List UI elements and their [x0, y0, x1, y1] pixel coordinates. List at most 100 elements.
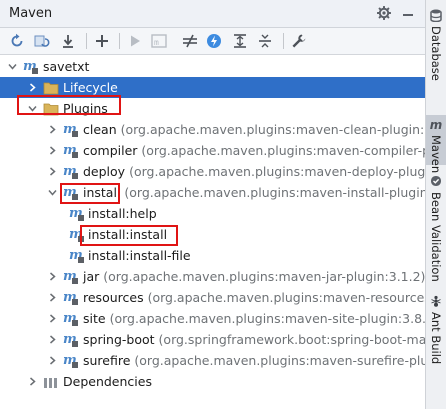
settings-wrench-icon[interactable]	[290, 32, 308, 50]
tree-node-lifecycle[interactable]: Lifecycle	[0, 77, 425, 98]
chevron-right-icon[interactable]	[48, 335, 57, 344]
tree-node-label: surefire (org.apache.maven.plugins:maven…	[83, 350, 425, 371]
chevron-down-icon[interactable]	[28, 104, 37, 113]
maven-plugin-icon: m	[62, 289, 79, 306]
chevron-right-icon[interactable]	[48, 356, 57, 365]
maven-tool-window: Maven m m savetxt Lifecycle Plugins m cl…	[0, 0, 425, 409]
download-icon[interactable]	[59, 32, 77, 50]
side-tab-ant-build[interactable]: Ant Build	[426, 292, 446, 364]
skip-tests-icon[interactable]	[205, 32, 223, 50]
tree-node-plugins[interactable]: Plugins	[0, 98, 425, 119]
node-name: compiler	[83, 143, 138, 158]
node-name: savetxt	[43, 59, 90, 74]
right-tool-strip: Database m Maven Bean Validation Ant Bui…	[425, 0, 446, 409]
side-tab-database[interactable]: Database	[426, 6, 446, 82]
expand-all-icon[interactable]	[231, 32, 249, 50]
tree-node-plugin-surefire[interactable]: m surefire (org.apache.maven.plugins:mave…	[0, 350, 425, 371]
tree-node-project[interactable]: m savetxt	[0, 56, 425, 77]
execute-goal-icon[interactable]: m	[150, 32, 168, 50]
tree-node-plugin-spring-boot[interactable]: m spring-boot (org.springframework.boot:s…	[0, 329, 425, 350]
node-name: resources	[83, 290, 144, 305]
chevron-right-icon[interactable]	[48, 125, 57, 134]
reload-icon[interactable]	[8, 32, 26, 50]
tree-node-label: Plugins	[63, 98, 108, 119]
tree-node-plugin-site[interactable]: m site (org.apache.maven.plugins:maven-si…	[0, 308, 425, 329]
add-icon[interactable]	[93, 32, 111, 50]
side-tab-bean-validation[interactable]: Bean Validation	[426, 172, 446, 282]
node-name: deploy	[83, 164, 126, 179]
chevron-right-icon[interactable]	[48, 293, 57, 302]
tree-node-label: install:help	[88, 203, 157, 224]
tree-node-goal-install-install[interactable]: m install:install	[0, 224, 425, 245]
node-name: install:install	[88, 227, 168, 242]
database-icon	[429, 8, 443, 22]
tree-node-label: install:install-file	[88, 245, 191, 266]
toggle-offline-icon[interactable]	[181, 32, 199, 50]
tree-node-plugin-jar[interactable]: m jar (org.apache.maven.plugins:maven-jar…	[0, 266, 425, 287]
tree-node-plugin-resources[interactable]: m resources (org.apache.maven.plugins:mav…	[0, 287, 425, 308]
plugin-coordinates: (org.springframework.boot:spring-boot-ma…	[158, 332, 425, 347]
maven-plugin-icon: m	[62, 331, 79, 348]
side-tab-label: Bean Validation	[429, 192, 443, 282]
run-icon[interactable]	[126, 32, 144, 50]
bean-validation-icon	[429, 174, 443, 188]
tree-node-label: site (org.apache.maven.plugins:maven-sit…	[83, 308, 425, 329]
tree-node-plugin-clean[interactable]: m clean (org.apache.maven.plugins:maven-c…	[0, 119, 425, 140]
dependencies-icon	[42, 373, 59, 390]
chevron-right-icon[interactable]	[48, 314, 57, 323]
plugin-coordinates: (org.apache.maven.plugins:maven-site-plu…	[109, 311, 425, 326]
tree-node-plugin-deploy[interactable]: m deploy (org.apache.maven.plugins:maven-…	[0, 161, 425, 182]
maven-plugin-icon: m	[62, 352, 79, 369]
plugin-coordinates: (org.apache.maven.plugins:maven-compiler…	[141, 143, 425, 158]
tool-window-header: Maven	[0, 0, 425, 28]
maven-plugin-icon: m	[62, 184, 79, 201]
node-name: install:install-file	[88, 248, 191, 263]
panel-title: Maven	[9, 6, 53, 21]
maven-plugin-icon: m	[62, 163, 79, 180]
node-name: surefire	[83, 353, 131, 368]
tree-node-label: resources (org.apache.maven.plugins:mave…	[83, 287, 425, 308]
generate-sources-icon[interactable]	[33, 32, 51, 50]
maven-goal-icon: m	[68, 205, 85, 222]
node-name: spring-boot	[83, 332, 155, 347]
maven-goal-icon: m	[68, 226, 85, 243]
folder-icon	[42, 79, 59, 96]
chevron-down-icon[interactable]	[8, 62, 17, 71]
ant-icon	[429, 294, 443, 308]
maven-plugin-icon: m	[62, 310, 79, 327]
tree-node-label: spring-boot (org.springframework.boot:sp…	[83, 329, 425, 350]
folder-icon	[42, 100, 59, 117]
tree-node-label: savetxt	[43, 56, 89, 77]
maven-project-icon: m	[22, 58, 39, 75]
tree-node-plugin-install[interactable]: m install (org.apache.maven.plugins:maven…	[0, 182, 425, 203]
tree-node-plugin-compiler[interactable]: m compiler (org.apache.maven.plugins:mave…	[0, 140, 425, 161]
tree-node-goal-install-help[interactable]: m install:help	[0, 203, 425, 224]
tree-node-label: clean (org.apache.maven.plugins:maven-cl…	[83, 119, 425, 140]
maven-plugin-icon: m	[62, 121, 79, 138]
chevron-right-icon[interactable]	[48, 167, 57, 176]
tree-node-dependencies[interactable]: Dependencies	[0, 371, 425, 392]
node-name: clean	[83, 122, 117, 137]
chevron-right-icon[interactable]	[28, 377, 37, 386]
node-name: install:help	[88, 206, 157, 221]
node-name: install	[83, 185, 121, 200]
maven-projects-tree: m savetxt Lifecycle Plugins m clean (org.apac…	[0, 56, 425, 409]
tree-node-label: install (org.apache.maven.plugins:maven-…	[83, 182, 425, 203]
side-tab-label: Database	[429, 26, 443, 81]
chevron-right-icon[interactable]	[28, 83, 37, 92]
gear-icon[interactable]	[376, 5, 392, 21]
side-tab-label: Maven	[429, 135, 443, 174]
tree-node-label: compiler (org.apache.maven.plugins:maven…	[83, 140, 425, 161]
node-name: jar	[83, 269, 100, 284]
node-name: Lifecycle	[63, 80, 118, 95]
chevron-down-icon[interactable]	[48, 188, 57, 197]
side-tab-maven[interactable]: m Maven	[426, 115, 446, 173]
plugin-coordinates: (org.apache.maven.plugins:maven-resource…	[147, 290, 425, 305]
chevron-right-icon[interactable]	[48, 146, 57, 155]
collapse-all-icon[interactable]	[256, 32, 274, 50]
minimize-icon[interactable]	[400, 5, 416, 21]
plugin-coordinates: (org.apache.maven.plugins:maven-jar-plug…	[103, 269, 425, 284]
tree-node-goal-install-install-file[interactable]: m install:install-file	[0, 245, 425, 266]
chevron-right-icon[interactable]	[48, 272, 57, 281]
tree-node-label: install:install	[88, 224, 167, 245]
